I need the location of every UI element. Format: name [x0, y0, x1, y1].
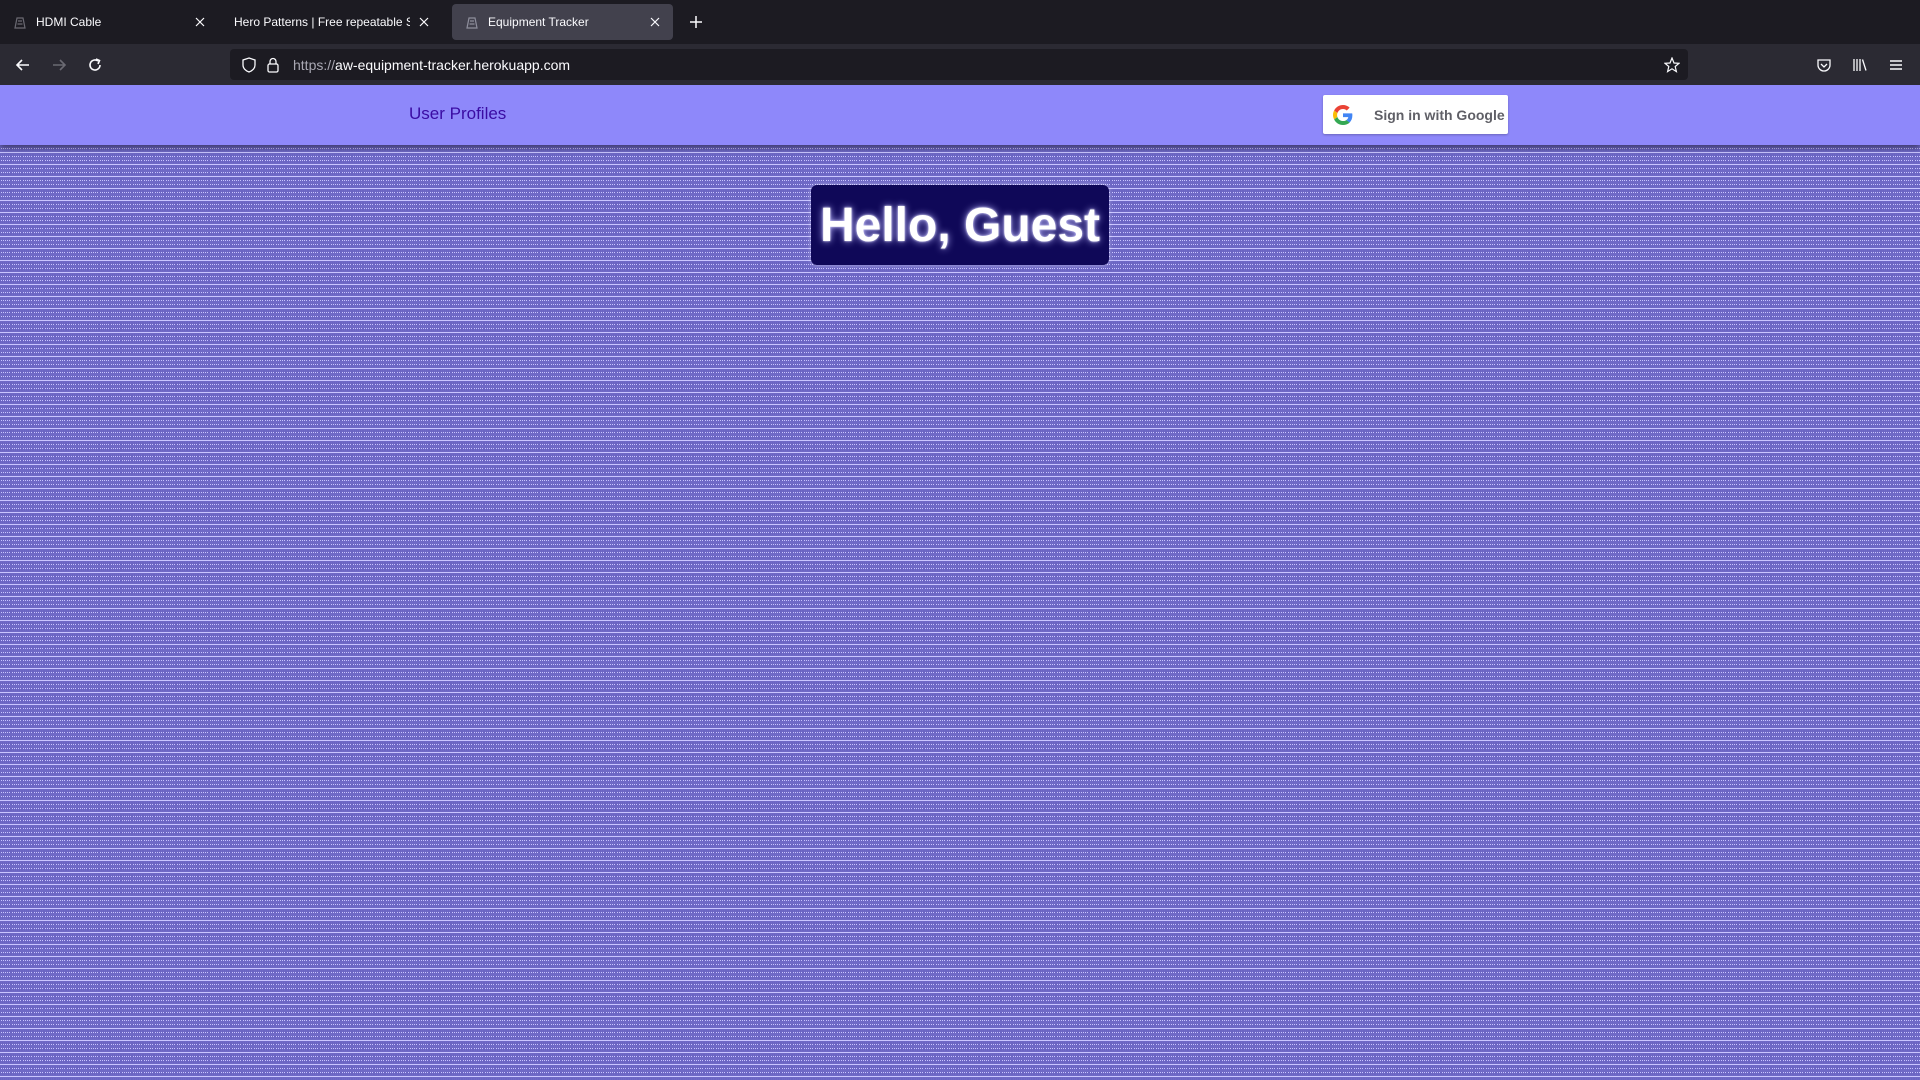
- new-tab-button[interactable]: [684, 10, 708, 34]
- google-logo-icon: [1333, 104, 1353, 125]
- sign-in-label: Sign in with Google: [1374, 106, 1505, 123]
- greeting-banner: Hello, Guest: [811, 185, 1109, 265]
- arrow-right-icon: [53, 59, 67, 71]
- plus-icon: [690, 16, 702, 28]
- tab-close-icon[interactable]: [416, 14, 432, 30]
- back-button[interactable]: [10, 52, 36, 78]
- library-button[interactable]: [1847, 52, 1873, 78]
- lock-icon[interactable]: [264, 56, 282, 74]
- tracking-protection-shield-icon[interactable]: [240, 56, 258, 74]
- google-sign-in-button[interactable]: Sign in with Google: [1323, 95, 1508, 134]
- address-bar[interactable]: https://aw-equipment-tracker.herokuapp.c…: [230, 49, 1688, 80]
- tab-close-icon[interactable]: [647, 14, 663, 30]
- reload-button[interactable]: [82, 52, 108, 78]
- tab-title: HDMI Cable: [36, 15, 102, 29]
- site-favicon-icon: [12, 14, 28, 30]
- url-host: aw-equipment-tracker.herokuapp.com: [335, 57, 571, 73]
- app-menu-button[interactable]: [1883, 52, 1909, 78]
- hamburger-menu-icon: [1890, 60, 1902, 70]
- url-text[interactable]: https://aw-equipment-tracker.herokuapp.c…: [293, 57, 570, 73]
- browser-tab-strip: HDMI Cable Hero Patterns | Free repeatab…: [0, 0, 1920, 44]
- pocket-button[interactable]: [1811, 52, 1837, 78]
- reload-icon: [89, 58, 101, 71]
- arrow-left-icon: [15, 59, 29, 71]
- site-favicon-icon: [464, 14, 480, 30]
- library-icon: [1853, 59, 1867, 71]
- forward-button[interactable]: [46, 52, 72, 78]
- pocket-icon: [1817, 59, 1831, 72]
- page-content: User Profiles Sign in with Google Hello,…: [0, 85, 1920, 1080]
- tab-title: Hero Patterns | Free repeatable SVG: [234, 15, 410, 29]
- tab-close-icon[interactable]: [192, 14, 208, 30]
- url-scheme: https://: [293, 57, 336, 73]
- tab-title: Equipment Tracker: [488, 15, 589, 29]
- tab-hero-patterns[interactable]: Hero Patterns | Free repeatable SVG: [222, 4, 442, 40]
- browser-toolbar: https://aw-equipment-tracker.herokuapp.c…: [0, 44, 1920, 85]
- nav-link-user-profiles[interactable]: User Profiles: [409, 104, 506, 124]
- greeting-heading: Hello, Guest: [819, 198, 1101, 252]
- tab-equipment-tracker[interactable]: Equipment Tracker: [452, 4, 673, 40]
- bookmark-star-icon[interactable]: [1663, 56, 1681, 74]
- tab-hdmi-cable[interactable]: HDMI Cable: [0, 4, 218, 40]
- site-header: User Profiles Sign in with Google: [0, 85, 1920, 145]
